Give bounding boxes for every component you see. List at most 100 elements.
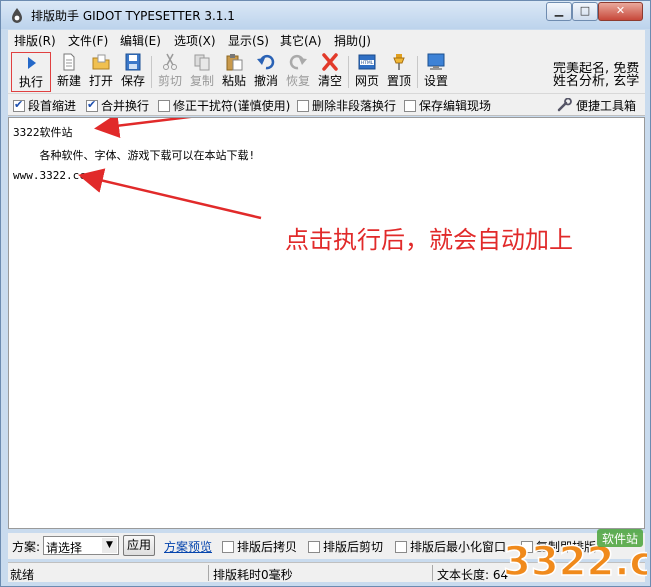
toolbar-separator (151, 56, 152, 88)
option-save-edit-session[interactable]: 保存编辑现场 (404, 97, 491, 114)
close-button[interactable]: ✕ (598, 2, 643, 21)
menu-bar: 排版(R) 文件(F) 编辑(E) 选项(X) 显示(S) 其它(A) 捐助(J… (8, 30, 645, 50)
cut-button[interactable]: 剪切 (154, 52, 186, 92)
option-delete-non-paragraph-breaks[interactable]: 删除非段落换行 (297, 97, 396, 114)
option-merge-newlines[interactable]: 合并换行 (86, 97, 149, 114)
undo-label: 撤消 (253, 74, 278, 88)
cut-icon (163, 53, 177, 70)
paste-icon (226, 54, 243, 71)
open-folder-icon (92, 54, 110, 70)
option-label: 排版后最小化窗口 (410, 540, 507, 554)
apply-button[interactable]: 应用 (123, 535, 155, 556)
wrench-icon (557, 98, 572, 112)
webpage-button[interactable]: HTML 网页 (351, 52, 383, 92)
option-label: 段首缩进 (28, 99, 77, 113)
option-fix-interference[interactable]: 修正干扰符(谨慎使用) (158, 97, 290, 114)
arrow-to-title (94, 118, 192, 138)
chevron-down-icon: ▼ (102, 538, 117, 553)
menu-edit[interactable]: 编辑(E) (120, 32, 161, 49)
paste-button[interactable]: 粘贴 (218, 52, 250, 92)
pin-icon (393, 54, 405, 70)
option-label: 修正干扰符(谨慎使用) (173, 99, 291, 113)
play-icon (28, 57, 36, 69)
copy-icon (194, 54, 210, 71)
checkbox[interactable] (308, 541, 320, 553)
webpage-label: 网页 (354, 74, 379, 88)
promo-text[interactable]: 完美起名, 免费 姓名分析, 玄学 (553, 62, 645, 90)
settings-button[interactable]: 设置 (420, 52, 452, 92)
new-file-icon (63, 53, 75, 71)
annotation-arrows (78, 118, 262, 220)
menu-donate[interactable]: 捐助(J) (334, 32, 371, 49)
clear-button[interactable]: 清空 (314, 52, 346, 92)
checkbox[interactable] (404, 100, 416, 112)
scheme-preview-link[interactable]: 方案预览 (164, 538, 212, 555)
settings-monitor-icon (427, 53, 445, 70)
save-icon (125, 53, 141, 71)
menu-typeset[interactable]: 排版(R) (14, 32, 56, 49)
paste-label: 粘贴 (221, 74, 246, 88)
status-ready: 就绪 (10, 568, 35, 582)
settings-label: 设置 (423, 74, 448, 88)
toolbar-separator (417, 56, 418, 88)
option-cut-after-typeset[interactable]: 排版后剪切 (308, 538, 383, 555)
execute-button[interactable]: 执行 (11, 52, 51, 92)
watermark-tag: 软件站 (602, 532, 638, 546)
new-label: 新建 (56, 74, 81, 88)
menu-options[interactable]: 选项(X) (174, 32, 216, 49)
window-title: 排版助手 GIDOT TYPESETTER 3.1.1 (31, 9, 235, 23)
scheme-label: 方案: (12, 540, 41, 554)
checkbox[interactable] (13, 98, 25, 112)
app-window: 排版助手 GIDOT TYPESETTER 3.1.1 ▁ □ ✕ 排版(R) … (0, 0, 651, 587)
scheme-select[interactable]: 请选择 ▼ (43, 536, 119, 555)
save-label: 保存 (120, 74, 145, 88)
redo-icon (289, 54, 307, 70)
redo-button[interactable]: 恢复 (282, 52, 314, 92)
toolbox-label: 便捷工具箱 (576, 99, 637, 113)
promo-line-2: 姓名分析, 玄学 (553, 74, 640, 89)
menu-file[interactable]: 文件(F) (68, 32, 108, 49)
checkbox[interactable] (222, 541, 234, 553)
checkbox[interactable] (86, 98, 98, 112)
checkbox[interactable] (395, 541, 407, 553)
new-button[interactable]: 新建 (53, 52, 85, 92)
pin-top-label: 置顶 (386, 74, 411, 88)
undo-button[interactable]: 撤消 (250, 52, 282, 92)
option-indent-paragraph[interactable]: 段首缩进 (13, 97, 76, 114)
status-separator (208, 565, 209, 581)
maximize-button[interactable]: □ (572, 2, 598, 21)
execute-label: 执行 (18, 75, 43, 89)
undo-icon (257, 54, 275, 70)
option-label: 合并换行 (101, 99, 150, 113)
open-button[interactable]: 打开 (85, 52, 117, 92)
checkbox[interactable] (297, 100, 309, 112)
clear-icon (322, 53, 338, 71)
copy-label: 复制 (189, 74, 214, 88)
checkbox[interactable] (158, 100, 170, 112)
scheme-select-value: 请选择 (46, 541, 83, 555)
option-label: 删除非段落换行 (312, 99, 397, 113)
options-bar: 段首缩进 合并换行 修正干扰符(谨慎使用) 删除非段落换行 保存编辑现场 便捷工… (8, 94, 645, 116)
option-label: 排版后拷贝 (237, 540, 298, 554)
toolbar: 执行 新建 打开 保存 剪切 复制 粘贴 撤消 恢复 清空 HTML 网页 置顶… (8, 50, 645, 94)
redo-label: 恢复 (285, 74, 310, 88)
arrow-to-url (78, 168, 262, 220)
save-button[interactable]: 保存 (117, 52, 149, 92)
menu-view[interactable]: 显示(S) (228, 32, 269, 49)
option-copy-after-typeset[interactable]: 排版后拷贝 (222, 538, 297, 555)
text-editor[interactable]: 3322软件站 各种软件、字体、游戏下载可以在本站下载! www.3322.cc… (8, 117, 645, 529)
option-label: 排版后剪切 (323, 540, 384, 554)
annotation-text: 点击执行后，就会自动加上 (285, 226, 573, 254)
option-minimize-after-typeset[interactable]: 排版后最小化窗口 (395, 538, 506, 555)
status-elapsed: 排版耗时0毫秒 (213, 568, 293, 582)
clear-label: 清空 (317, 74, 342, 88)
minimize-button[interactable]: ▁ (546, 2, 572, 21)
copy-button[interactable]: 复制 (186, 52, 218, 92)
open-label: 打开 (88, 74, 113, 88)
app-logo-icon (12, 8, 22, 23)
menu-other[interactable]: 其它(A) (280, 32, 322, 49)
pin-top-button[interactable]: 置顶 (383, 52, 415, 92)
status-separator (432, 565, 433, 581)
cut-label: 剪切 (157, 74, 182, 88)
toolbox-button[interactable]: 便捷工具箱 (557, 97, 636, 114)
